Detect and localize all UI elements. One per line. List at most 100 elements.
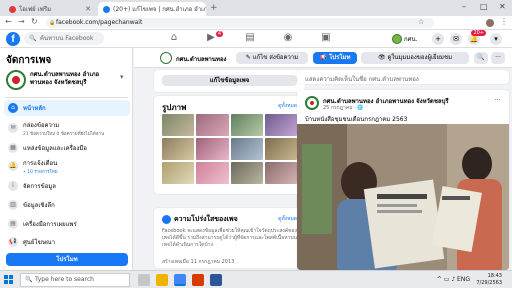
sidebar-title: จัดการเพจ (6, 55, 52, 66)
bookmark-star-icon[interactable]: ☆ (418, 18, 424, 26)
edit-page-info-button[interactable]: แก้ไขข้อมูลเพจ (162, 75, 297, 86)
tab-title: (20+) แก้ไขเพจ | กศน.อำเภอ อำเภอเพ (113, 6, 206, 13)
new-tab-button[interactable]: + (210, 3, 218, 13)
account-menu-icon[interactable]: ▾ (490, 33, 502, 45)
sidebar-item-label: ข้อมูลเชิงลึก (23, 202, 55, 209)
photo-thumbnail[interactable] (264, 138, 297, 160)
photo-thumbnail[interactable] (162, 138, 195, 160)
post-date[interactable]: 25 กรกฎาคม · 🌐 (323, 104, 364, 112)
facebook-search-input[interactable]: 🔍 ค้นหาบน Facebook (24, 32, 104, 45)
inbox-icon: ✉ (8, 123, 18, 133)
page-name: กศน.ตำบลพานทอง (176, 56, 227, 63)
profile-shortcut[interactable]: กศน. (392, 33, 417, 45)
reload-icon[interactable]: ↻ (31, 17, 38, 26)
comment-as-card: แสดงความคิดเห็นในชื่อ กศน.ตำบลพานทอง (297, 70, 509, 84)
search-icon[interactable]: 🔍 (474, 52, 488, 64)
info-icon (162, 215, 171, 224)
notifications-icon[interactable]: 🔔 20+ (468, 30, 486, 45)
browser-tab-active[interactable]: (20+) แก้ไขเพจ | กศน.อำเภอ อำเภอเพ ✕ (98, 2, 206, 16)
clock[interactable]: 18:43 7/29/2563 (476, 273, 502, 287)
close-window-button[interactable]: ✕ (499, 2, 506, 11)
sidebar-item-publishing-tools[interactable]: ▤ เครื่องมือการเผยแพร่ (4, 216, 130, 232)
facebook-header: f 🔍 ค้นหาบน Facebook ⌂ ▶ 4 ▤ ◉ ▣ กศน. + … (0, 30, 512, 48)
sidebar-item-notifications[interactable]: 🔔 การแจ้งเตือน • 10 รายการใหม่ (4, 158, 130, 175)
chrome-icon[interactable] (174, 274, 186, 286)
photos-title: รูปภาพ (162, 103, 187, 112)
photo-thumbnail[interactable] (196, 162, 229, 184)
tab-favicon-icon (103, 5, 110, 13)
comment-as-text[interactable]: แสดงความคิดเห็นในชื่อ กศน.ตำบลพานทอง (305, 74, 419, 84)
photo-thumbnail[interactable] (162, 162, 195, 184)
promote-button[interactable]: โปรโมท (6, 253, 128, 266)
sidebar-item-ad-center[interactable]: 📢 ศูนย์โฆษณา (4, 234, 130, 250)
search-icon: 🔍 (29, 35, 37, 42)
maximize-button[interactable]: □ (480, 2, 488, 11)
photo-thumbnail[interactable] (162, 114, 195, 136)
file-explorer-icon[interactable] (156, 274, 168, 286)
minimize-button[interactable]: – (462, 2, 466, 11)
sidebar-page-switcher[interactable]: กศน.ตำบลพานทอง อำเภอพานทอง จังหวัดชลบุรี… (6, 70, 130, 96)
watch-nav-icon[interactable]: ▶ 4 (197, 31, 225, 46)
notifications-badge: 20+ (471, 30, 486, 36)
facebook-logo[interactable]: f (6, 32, 20, 46)
create-icon[interactable]: + (432, 33, 444, 45)
taskbar-search-input[interactable]: 🔍 Type here to search (20, 273, 130, 287)
post-photo[interactable] (297, 124, 509, 270)
photo-thumbnail[interactable] (230, 162, 263, 184)
page-logo-icon (160, 52, 172, 64)
post-text: บ้านหนังสือชุมชนเดือนกรกฎาคม 2563 (305, 116, 408, 123)
sidebar-item-label: การแจ้งเตือน (23, 159, 58, 167)
page-transparency-card: ความโปร่งใสของเพจ ดูทั้งหมด Facebook จะแ… (154, 208, 305, 268)
see-all-transparency-link[interactable]: ดูทั้งหมด (278, 215, 297, 223)
word-icon[interactable] (210, 274, 222, 286)
photo-thumbnail[interactable] (264, 114, 297, 136)
photo-thumbnail[interactable] (230, 114, 263, 136)
search-icon: 🔍 (25, 276, 33, 283)
profile-name: กศน. (404, 36, 418, 43)
resources-icon: ▦ (8, 143, 18, 153)
sidebar-item-resources[interactable]: ▦ แหล่งข้อมูลและเครื่องมือ (4, 140, 130, 156)
photo-thumbnail[interactable] (230, 138, 263, 160)
forward-icon[interactable]: → (18, 17, 25, 26)
sidebar-item-manage-info[interactable]: i จัดการข้อมูล (4, 178, 130, 194)
windows-taskbar: 🔍 Type here to search ^ ▭ ♪ ENG 18:43 7/… (0, 270, 512, 288)
home-nav-icon[interactable]: ⌂ (160, 32, 188, 46)
page-name: กศน.ตำบลพานทอง อำเภอพานทอง จังหวัดชลบุรี (30, 71, 100, 86)
sidebar-item-inbox[interactable]: ✉ กล่องข้อความ 21 ข้อความใหม่ 0 ข้อความท… (4, 120, 130, 137)
page-logo-icon (6, 70, 26, 90)
page-created-date: สร้างเพจเมื่อ 11 กรกฎาคม 2013 (162, 259, 235, 265)
edit-send-message-button[interactable]: ✎ แก้ไข ส่งข้อความ (236, 52, 308, 64)
clock-date: 7/29/2563 (476, 280, 502, 286)
browser-profile-avatar[interactable] (486, 19, 494, 27)
browser-tab[interactable]: โอเฟย์ เฟรีม ✕ (4, 2, 96, 16)
marketplace-nav-icon[interactable]: ▤ (236, 32, 264, 46)
transparency-heading: ความโปร่งใสของเพจ (162, 214, 238, 225)
photo-thumbnail[interactable] (264, 162, 297, 184)
sidebar-item-label: ศูนย์โฆษณา (23, 239, 55, 246)
system-tray[interactable]: ^ ▭ ♪ ENG (437, 276, 470, 283)
gaming-nav-icon[interactable]: ▣ (312, 32, 340, 46)
back-icon[interactable]: ← (5, 17, 12, 26)
more-options-icon[interactable]: ··· (491, 52, 505, 64)
sidebar-item-label: เครื่องมือการเผยแพร่ (23, 221, 77, 228)
view-as-visitor-button[interactable]: 👁 ดูในมุมมองของผู้เยี่ยมชม (361, 52, 469, 64)
browser-menu-icon[interactable]: ⋮ (500, 17, 508, 26)
close-tab-icon[interactable]: ✕ (85, 5, 91, 13)
megaphone-icon: 📢 (8, 237, 18, 247)
sidebar-item-home[interactable]: ⌂ หน้าหลัก (4, 100, 130, 116)
office-icon[interactable] (192, 274, 204, 286)
chevron-down-icon[interactable]: ▾ (120, 73, 124, 81)
tab-favicon-icon (9, 5, 16, 13)
see-all-photos-link[interactable]: ดูทั้งหมด (278, 102, 297, 110)
promote-button[interactable]: 📢 โปรโมท (313, 52, 357, 64)
windows-start-icon[interactable] (4, 275, 14, 285)
photo-thumbnail[interactable] (196, 114, 229, 136)
photo-thumbnail[interactable] (196, 138, 229, 160)
task-view-icon[interactable] (138, 274, 150, 286)
messenger-icon[interactable]: ✉ (450, 33, 462, 45)
post-options-icon[interactable]: ··· (494, 96, 501, 104)
url-bar[interactable]: 🔒 facebook.com/pagechanwait (46, 18, 434, 28)
groups-nav-icon[interactable]: ◉ (274, 32, 302, 46)
photo-grid (162, 114, 297, 184)
sidebar-item-insights[interactable]: ▥ ข้อมูลเชิงลึก (4, 197, 130, 213)
